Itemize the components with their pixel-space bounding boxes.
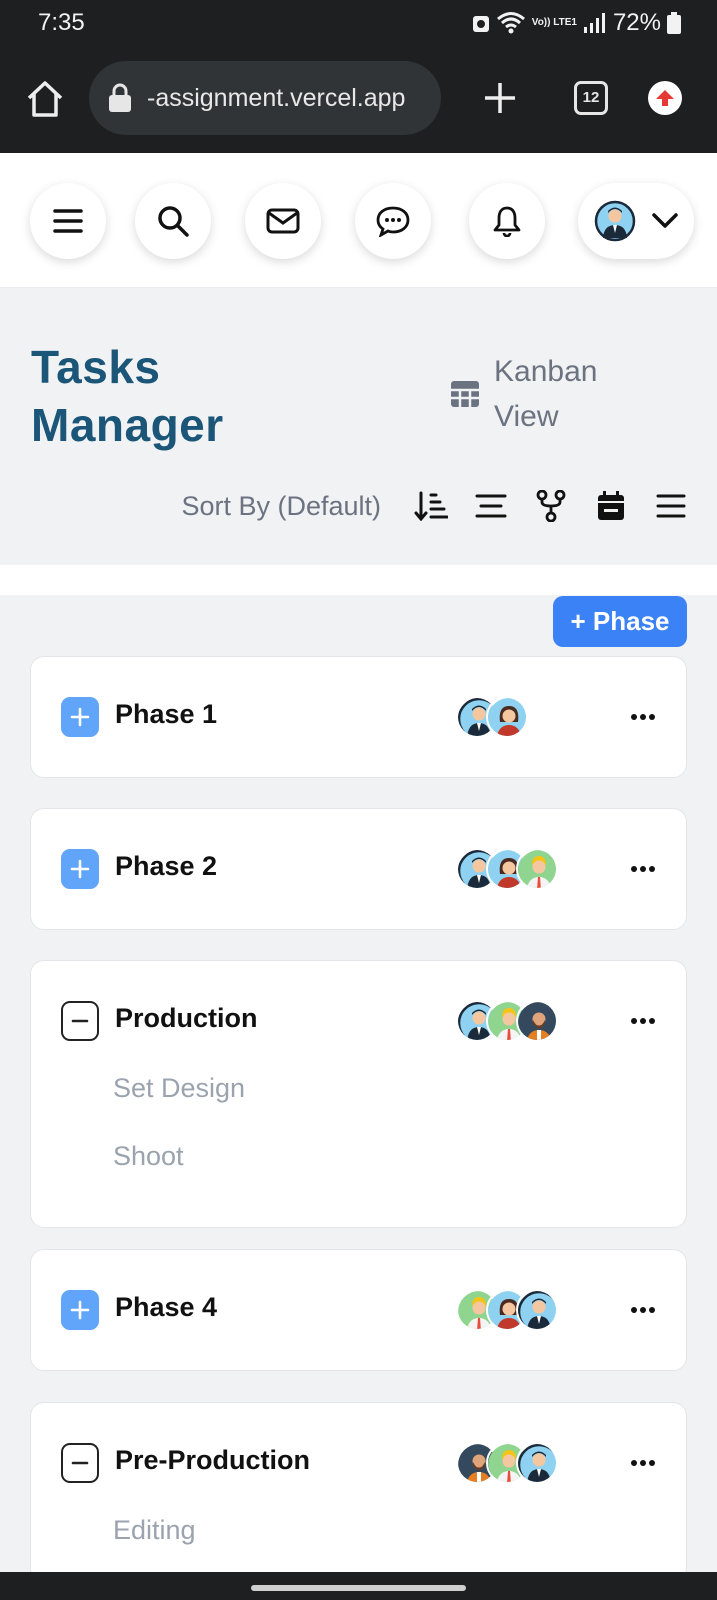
list-menu-button[interactable] [653, 488, 689, 524]
menu-icon [656, 494, 686, 518]
notifications-button[interactable] [469, 183, 545, 259]
grid-icon [451, 381, 479, 407]
avatar [516, 1289, 558, 1331]
system-nav-bar [0, 1572, 717, 1600]
more-options-button[interactable] [627, 1294, 659, 1326]
wifi-icon [496, 12, 525, 34]
avatar [516, 1000, 558, 1042]
plus-icon [485, 83, 515, 113]
extension-button[interactable] [648, 81, 682, 115]
phase-title[interactable]: Pre-Production [115, 1445, 310, 1476]
url-text: -assignment.vercel.app [147, 83, 406, 112]
more-options-button[interactable] [627, 1005, 659, 1037]
upload-arrow-icon [656, 90, 674, 106]
mail-button[interactable] [245, 183, 321, 259]
phase-card: Production Set Design Shoot [30, 960, 687, 1228]
subtask-list: Set Design Shoot [31, 1071, 686, 1227]
sort-toolbar: Sort By (Default) [181, 488, 689, 524]
subtask-item[interactable]: Editing [113, 1513, 686, 1581]
menu-icon [53, 209, 83, 233]
section-divider [0, 565, 717, 595]
status-time: 7:35 [38, 9, 85, 36]
phase-title[interactable]: Phase 4 [115, 1292, 217, 1323]
collapse-button[interactable] [61, 1001, 99, 1041]
menu-button[interactable] [30, 183, 106, 259]
recycle-icon [472, 16, 489, 32]
assignee-avatars [456, 1442, 558, 1484]
calendar-icon [598, 491, 624, 520]
calendar-button[interactable] [593, 488, 629, 524]
phase-title[interactable]: Production [115, 1003, 258, 1034]
search-button[interactable] [135, 183, 211, 259]
minus-icon [71, 1461, 89, 1465]
assignee-avatars [456, 1289, 558, 1331]
battery-icon [667, 12, 681, 34]
align-center-icon [475, 494, 507, 518]
sort-by-label[interactable]: Sort By (Default) [181, 491, 381, 522]
expand-button[interactable] [61, 697, 99, 737]
status-bar: 7:35 Vo)) LTE1 72% [0, 0, 717, 46]
home-button[interactable] [24, 78, 66, 120]
phase-title[interactable]: Phase 2 [115, 851, 217, 882]
subtask-item[interactable]: Shoot [113, 1139, 686, 1207]
browser-toolbar: -assignment.vercel.app 12 [0, 46, 717, 153]
chevron-down-icon [652, 213, 678, 228]
assignee-avatars [456, 848, 558, 890]
sort-amount-icon [414, 491, 448, 521]
avatar [516, 848, 558, 890]
kanban-view-toggle[interactable]: Kanban View [450, 349, 624, 439]
bell-icon [493, 206, 521, 237]
battery-percent: 72% [612, 9, 661, 36]
chat-icon [376, 206, 410, 237]
branch-button[interactable] [533, 488, 569, 524]
more-options-button[interactable] [627, 853, 659, 885]
assignee-avatars [456, 696, 528, 738]
add-phase-button[interactable]: + Phase [553, 596, 687, 647]
subtask-list: Editing [31, 1513, 686, 1581]
sort-ascending-button[interactable] [413, 488, 449, 524]
subtask-item[interactable]: Set Design [113, 1071, 686, 1139]
status-indicators: Vo)) LTE1 72% [472, 9, 681, 37]
phase-card: Phase 4 [30, 1249, 687, 1371]
avatar [516, 1442, 558, 1484]
phase-card: Phase 1 [30, 656, 687, 778]
home-gesture-handle[interactable] [251, 1585, 466, 1591]
branch-icon [536, 490, 566, 522]
title-section: Tasks Manager Kanban View Sort By (Defau… [0, 304, 717, 565]
phase-card: Phase 2 [30, 808, 687, 930]
expand-button[interactable] [61, 1290, 99, 1330]
page-title: Tasks Manager [31, 341, 224, 451]
phase-card: Pre-Production Editing [30, 1402, 687, 1582]
tab-switcher-button[interactable]: 12 [574, 81, 608, 115]
address-bar[interactable]: -assignment.vercel.app [89, 61, 441, 135]
network-type: Vo)) LTE1 [531, 17, 577, 28]
signal-icon [583, 13, 605, 33]
assignee-avatars [456, 1000, 558, 1042]
home-icon [27, 81, 63, 117]
more-options-button[interactable] [627, 1447, 659, 1479]
expand-button[interactable] [61, 849, 99, 889]
plus-icon [70, 859, 90, 879]
new-tab-button[interactable] [480, 78, 520, 118]
plus-icon [70, 707, 90, 727]
phase-title[interactable]: Phase 1 [115, 699, 217, 730]
profile-menu-button[interactable] [578, 183, 694, 259]
more-options-button[interactable] [627, 701, 659, 733]
mail-icon [266, 208, 300, 234]
kanban-view-label: Kanban View [494, 355, 598, 433]
chat-button[interactable] [355, 183, 431, 259]
lock-icon [109, 83, 131, 112]
align-button[interactable] [473, 488, 509, 524]
search-icon [158, 206, 189, 237]
avatar [486, 696, 528, 738]
minus-icon [71, 1019, 89, 1023]
collapse-button[interactable] [61, 1443, 99, 1483]
avatar [594, 200, 636, 242]
plus-icon [70, 1300, 90, 1320]
app-header [0, 153, 717, 288]
